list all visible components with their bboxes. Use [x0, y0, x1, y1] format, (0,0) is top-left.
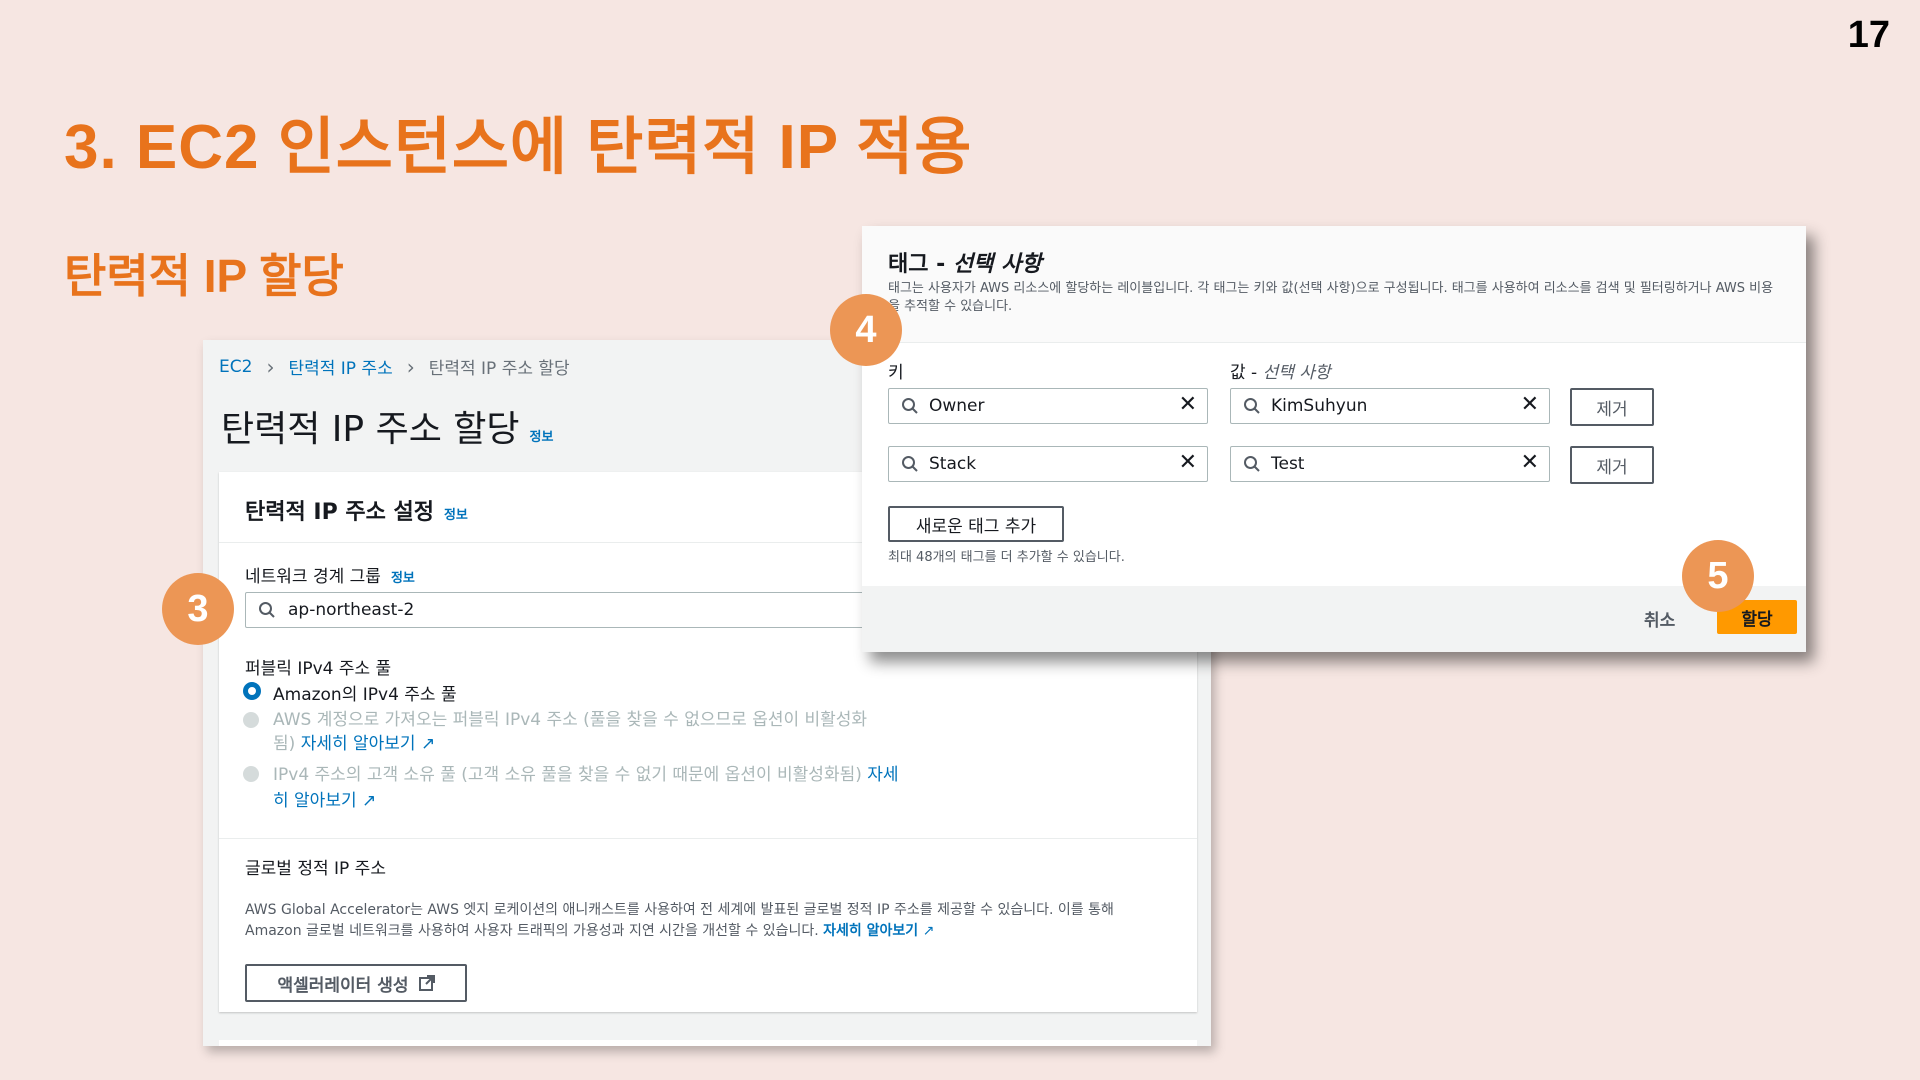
tag-key-value: Stack [929, 454, 977, 474]
slide-subtitle: 탄력적 IP 할당 [64, 250, 344, 302]
page-title-text: 탄력적 IP 주소 할당 [221, 409, 520, 450]
tags-title-optional: 선택 사항 [952, 252, 1042, 277]
step-marker-5: 5 [1682, 540, 1754, 612]
page-title: 탄력적 IP 주소 할당정보 [221, 400, 553, 452]
chevron-right-icon: › [406, 354, 415, 379]
step-marker-3: 3 [162, 573, 234, 645]
search-icon [1244, 398, 1260, 414]
tag-limit-hint: 최대 48개의 태그를 더 추가할 수 있습니다. [888, 550, 1125, 565]
slide-title: 3. EC2 인스턴스에 탄력적 IP 적용 [64, 113, 973, 182]
external-link-icon: ↗ [918, 923, 935, 939]
tags-panel-footer: 취소 할당 [862, 586, 1806, 652]
value-label-optional: 선택 사항 [1262, 363, 1331, 383]
network-border-group-label: 네트워크 경계 그룹 정보 [245, 562, 415, 587]
public-pool-label: 퍼블릭 IPv4 주소 풀 [245, 659, 392, 679]
search-icon [259, 602, 275, 618]
tag-key-input[interactable]: Stack ✕ [888, 446, 1208, 482]
customer-pool-label-line1: IPv4 주소의 고객 소유 풀 (고객 소유 풀을 찾을 수 없기 때문에 옵… [273, 765, 862, 785]
tag-value-input[interactable]: Test ✕ [1230, 446, 1550, 482]
breadcrumb-elastic-ips[interactable]: 탄력적 IP 주소 [288, 354, 392, 379]
page-number: 17 [1847, 14, 1890, 56]
network-border-group-value: ap-northeast-2 [288, 600, 415, 620]
tag-value-value: KimSuhyun [1271, 396, 1368, 416]
network-border-group-label-text: 네트워크 경계 그룹 [245, 567, 381, 587]
tags-panel-title: 태그 - 선택 사항 [888, 246, 1042, 278]
tag-value-value: Test [1271, 454, 1305, 474]
external-link-icon: ↗ [356, 791, 377, 811]
key-column-label: 키 [888, 363, 904, 383]
tags-panel: 태그 - 선택 사항 태그는 사용자가 AWS 리소스에 할당하는 레이블입니다… [862, 226, 1806, 652]
radio-customer-owned-pool[interactable] [243, 766, 259, 782]
close-icon[interactable]: ✕ [1521, 393, 1539, 417]
settings-card-title-text: 탄력적 IP 주소 설정 [245, 500, 434, 525]
search-icon [1244, 456, 1260, 472]
settings-card-title: 탄력적 IP 주소 설정 정보 [245, 494, 468, 526]
radio-amazon-pool-label: Amazon의 IPv4 주소 풀 [273, 685, 457, 705]
remove-tag-button[interactable]: 제거 [1570, 388, 1654, 426]
next-card [219, 1040, 1197, 1046]
learn-more-link[interactable]: 자세히 알아보기 [823, 923, 918, 939]
byoip-label-line2: 됨) [273, 734, 296, 754]
learn-more-link-part2[interactable]: 히 알아보기 [273, 791, 357, 811]
breadcrumb-ec2[interactable]: EC2 [219, 357, 252, 377]
external-link-icon [418, 975, 435, 991]
create-accelerator-button[interactable]: 액셀러레이터 생성 [245, 964, 467, 1002]
create-accelerator-label: 액셀러레이터 생성 [277, 975, 409, 996]
global-desc-text: AWS Global Accelerator는 AWS 엣지 로케이션의 애니캐… [245, 902, 1114, 939]
radio-byoip-pool-label: AWS 계정으로 가져오는 퍼블릭 IPv4 주소 (풀을 찾을 수 없으므로 … [273, 708, 973, 756]
tags-panel-header: 태그 - 선택 사항 태그는 사용자가 AWS 리소스에 할당하는 레이블입니다… [862, 226, 1806, 343]
value-label-prefix: 값 - [1230, 363, 1263, 383]
step-marker-4: 4 [830, 294, 902, 366]
chevron-right-icon: › [266, 354, 275, 379]
learn-more-link[interactable]: 자세히 알아보기 [301, 734, 416, 754]
close-icon[interactable]: ✕ [1179, 451, 1197, 475]
byoip-label-line1: AWS 계정으로 가져오는 퍼블릭 IPv4 주소 (풀을 찾을 수 없으므로 … [273, 710, 868, 730]
tag-value-input[interactable]: KimSuhyun ✕ [1230, 388, 1550, 424]
info-link[interactable]: 정보 [391, 571, 415, 586]
global-accelerator-description: AWS Global Accelerator는 AWS 엣지 로케이션의 애니캐… [245, 900, 1165, 942]
value-column-label: 값 - 선택 사항 [1230, 358, 1331, 383]
radio-customer-owned-pool-label: IPv4 주소의 고객 소유 풀 (고객 소유 풀을 찾을 수 없기 때문에 옵… [273, 762, 993, 814]
add-tag-button[interactable]: 새로운 태그 추가 [888, 506, 1064, 542]
external-link-icon: ↗ [415, 734, 436, 754]
search-icon [902, 456, 918, 472]
learn-more-link-part1[interactable]: 자세 [867, 765, 898, 785]
divider [219, 838, 1197, 839]
global-static-ip-label: 글로벌 정적 IP 주소 [245, 859, 386, 879]
tags-description: 태그는 사용자가 AWS 리소스에 할당하는 레이블입니다. 각 태그는 키와 … [888, 281, 1774, 314]
radio-amazon-pool[interactable] [243, 682, 261, 700]
close-icon[interactable]: ✕ [1521, 451, 1539, 475]
tag-key-input[interactable]: Owner ✕ [888, 388, 1208, 424]
remove-tag-button[interactable]: 제거 [1570, 446, 1654, 484]
info-link[interactable]: 정보 [444, 508, 468, 523]
cancel-button[interactable]: 취소 [1644, 606, 1675, 631]
tags-title-prefix: 태그 - [888, 252, 953, 277]
tag-key-value: Owner [929, 396, 985, 416]
info-link[interactable]: 정보 [530, 430, 554, 445]
breadcrumb: EC2 › 탄력적 IP 주소 › 탄력적 IP 주소 할당 [219, 354, 570, 380]
breadcrumb-current: 탄력적 IP 주소 할당 [428, 359, 570, 379]
close-icon[interactable]: ✕ [1179, 393, 1197, 417]
radio-byoip-pool[interactable] [243, 712, 259, 728]
search-icon [902, 398, 918, 414]
